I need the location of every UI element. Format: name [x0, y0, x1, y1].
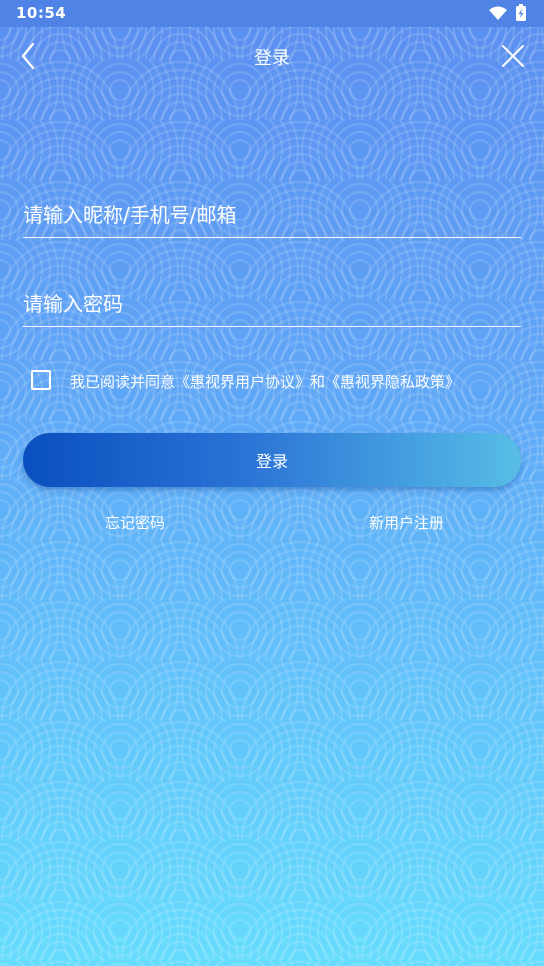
- register-link[interactable]: 新用户注册: [369, 512, 444, 533]
- close-icon[interactable]: [500, 43, 526, 69]
- status-bar: 10:54: [0, 0, 544, 27]
- login-screen: 10:54 登录 我已阅读并同意《惠视界用户协议》和《惠视: [0, 0, 544, 966]
- password-field: [23, 285, 521, 327]
- agreement-text: 我已阅读并同意《惠视界用户协议》和《惠视界隐私政策》: [70, 371, 460, 392]
- login-button[interactable]: 登录: [23, 433, 521, 487]
- privacy-policy-link[interactable]: 《惠视界隐私政策》: [325, 373, 460, 391]
- agreement-checkbox[interactable]: [31, 370, 51, 390]
- page-title: 登录: [254, 48, 290, 69]
- agreement-prefix: 我已阅读并同意: [70, 373, 176, 391]
- password-input[interactable]: [23, 285, 521, 323]
- status-time: 10:54: [16, 4, 67, 22]
- agreement-conjunction: 和: [310, 373, 326, 391]
- agreement-row: 我已阅读并同意《惠视界用户协议》和《惠视界隐私政策》: [31, 369, 521, 393]
- account-field: [23, 196, 521, 238]
- forgot-password-link[interactable]: 忘记密码: [105, 512, 165, 533]
- account-input[interactable]: [23, 196, 521, 234]
- user-agreement-link[interactable]: 《惠视界用户协议》: [175, 373, 310, 391]
- battery-charging-icon: [516, 4, 526, 21]
- navigation-bar: 登录: [0, 27, 544, 85]
- wifi-icon: [489, 6, 507, 20]
- status-icons: [489, 4, 526, 21]
